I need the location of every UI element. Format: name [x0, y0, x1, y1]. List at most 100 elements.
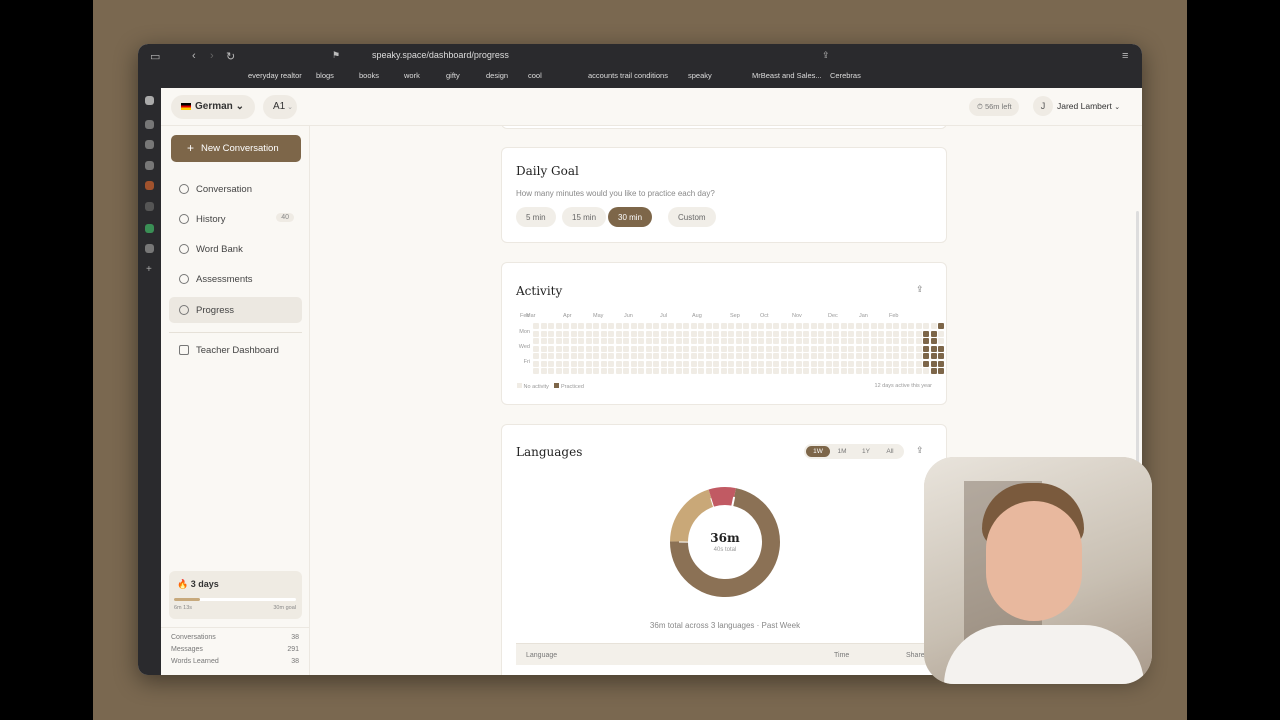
app-icon[interactable] [145, 120, 154, 129]
bookmark-item[interactable]: work [404, 71, 420, 80]
bookmark-item[interactable]: Cerebras [830, 71, 861, 80]
activity-cell [555, 368, 562, 374]
heatmap-legend: No activity Practiced [517, 383, 584, 390]
goal-option-custom[interactable]: Custom [668, 207, 716, 227]
browser-chrome: ▭ ‹ › ↻ ⚑ speaky.space/dashboard/progres… [138, 44, 1142, 88]
activity-cell [938, 323, 944, 329]
activity-cell [720, 368, 727, 374]
scrollbar[interactable] [1136, 211, 1139, 471]
forward-icon[interactable]: › [210, 50, 214, 62]
address-bar[interactable]: speaky.space/dashboard/progress [372, 50, 509, 60]
activity-cell [848, 330, 854, 337]
range-1y[interactable]: 1Y [854, 446, 878, 457]
activity-summary: 12 days active this year [874, 383, 932, 389]
add-icon[interactable]: + [146, 264, 152, 275]
activity-cell [735, 323, 742, 329]
avatar[interactable]: J [1033, 96, 1053, 116]
app-icon[interactable] [145, 202, 154, 211]
activity-cell [638, 360, 644, 367]
activity-cell [698, 345, 704, 352]
sidebar-item-assessments[interactable]: Assessments [169, 266, 302, 292]
goal-option-5-min[interactable]: 5 min [516, 207, 556, 227]
bookmark-item[interactable]: design [486, 71, 508, 80]
activity-cell [765, 345, 772, 352]
activity-cell [780, 368, 787, 374]
activity-cell [833, 368, 839, 374]
activity-cell [840, 338, 847, 344]
month-label: Dec [828, 313, 838, 319]
activity-cell [593, 345, 599, 352]
activity-cell [728, 323, 734, 329]
donut-slice[interactable] [708, 487, 736, 507]
level-selector[interactable]: A1 ⌄ [263, 95, 297, 119]
share-icon[interactable]: ⇪ [916, 445, 924, 456]
activity-cell [863, 330, 869, 337]
app-icon[interactable] [145, 224, 154, 233]
goal-option-30-min[interactable]: 30 min [608, 207, 653, 227]
bookmark-item[interactable]: trail conditions [620, 71, 668, 80]
activity-cell [660, 368, 667, 374]
share-icon[interactable]: ⇪ [822, 50, 830, 61]
activity-cell [908, 330, 914, 337]
bookmark-icon[interactable]: ⚑ [332, 50, 340, 61]
activity-cell [638, 330, 644, 337]
app-icon[interactable] [145, 181, 154, 190]
activity-cell [870, 330, 877, 337]
range-all[interactable]: All [878, 446, 902, 457]
range-1w[interactable]: 1W [806, 446, 830, 457]
bookmark-item[interactable]: accounts [588, 71, 618, 80]
activity-cell [593, 368, 599, 374]
activity-cell [585, 323, 592, 329]
activity-cell [600, 330, 607, 337]
activity-cell [720, 338, 727, 344]
bookmark-item[interactable]: everyday realtor [248, 71, 302, 80]
user-menu[interactable]: Jared Lambert ⌄ [1057, 101, 1120, 111]
app-icon[interactable] [145, 161, 154, 170]
activity-cell [705, 360, 712, 367]
bookmark-item[interactable]: blogs [316, 71, 334, 80]
activity-cell [750, 368, 757, 374]
app-icon[interactable] [145, 244, 154, 253]
new-conversation-button[interactable]: + New Conversation [171, 135, 301, 162]
activity-cell [840, 330, 847, 337]
activity-cell [653, 360, 659, 367]
sidebar-toggle-icon[interactable]: ▭ [150, 50, 160, 63]
reload-icon[interactable]: ↻ [226, 50, 235, 63]
activity-cell [675, 345, 682, 352]
activity-cell [615, 338, 622, 344]
previous-card [501, 126, 947, 129]
activity-cell [563, 330, 569, 337]
menu-icon[interactable]: ≡ [1122, 50, 1128, 62]
activity-cell [915, 360, 922, 367]
range-1m[interactable]: 1M [830, 446, 854, 457]
bookmark-item[interactable]: speaky [688, 71, 712, 80]
activity-cell [893, 368, 899, 374]
legend-swatch [554, 383, 560, 388]
activity-cell [690, 360, 697, 367]
back-icon[interactable]: ‹ [192, 50, 196, 62]
sidebar-item-teacher-dashboard[interactable]: Teacher Dashboard [169, 337, 302, 363]
activity-cell [563, 338, 569, 344]
activity-cell [593, 323, 599, 329]
bookmark-item[interactable]: cool [528, 71, 542, 80]
bookmark-item[interactable]: gifty [446, 71, 460, 80]
activity-cell [863, 338, 869, 344]
share-icon[interactable]: ⇪ [916, 284, 924, 295]
goal-option-15-min[interactable]: 15 min [562, 207, 607, 227]
app-icon[interactable] [145, 140, 154, 149]
trend-icon [179, 305, 189, 315]
activity-cell [593, 360, 599, 367]
bookmark-item[interactable]: MrBeast and Sales... [752, 71, 822, 80]
bookmark-item[interactable]: books [359, 71, 379, 80]
activity-cell [533, 353, 539, 359]
activity-cell [908, 360, 914, 367]
sidebar-item-word-bank[interactable]: Word Bank [169, 236, 302, 262]
activity-cell [615, 353, 622, 359]
sidebar-item-progress[interactable]: Progress [169, 297, 302, 323]
sidebar-item-history[interactable]: History 40 [169, 206, 302, 232]
language-selector[interactable]: German ⌄ [171, 95, 255, 119]
sidebar-item-conversation[interactable]: Conversation [169, 176, 302, 202]
panel-icon[interactable] [145, 96, 154, 105]
activity-cell [570, 353, 577, 359]
activity-cell [893, 323, 899, 329]
